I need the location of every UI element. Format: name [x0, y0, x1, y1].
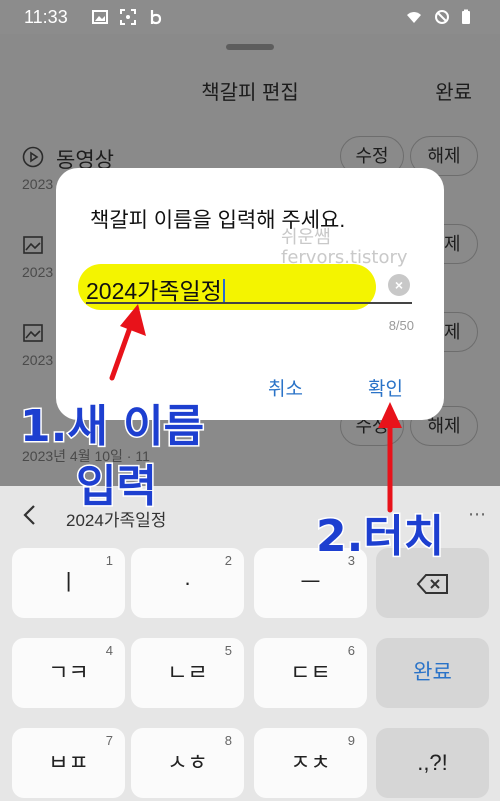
cancel-button[interactable]: 취소 [268, 374, 303, 401]
annotation-step2: 2.터치 [314, 510, 445, 564]
screenshot-icon [120, 9, 136, 25]
ok-button[interactable]: 확인 [368, 374, 403, 401]
key-1[interactable]: ㅣ1 [12, 548, 125, 618]
input-underline [86, 302, 412, 304]
rename-bookmark-dialog: 책갈피 이름을 입력해 주세요. 쉬운쌤 fervors.tistory 202… [56, 168, 444, 420]
status-time: 11:33 [24, 7, 68, 27]
status-bar: 11:33 [0, 0, 500, 34]
watermark: 쉬운쌤 fervors.tistory [281, 227, 408, 268]
backspace-icon [416, 570, 450, 595]
text-caret [222, 279, 225, 303]
bookmark-date: 2023 [22, 264, 54, 280]
chevron-left-icon[interactable] [22, 504, 36, 532]
sheet-done-button[interactable]: 완료 [435, 76, 472, 105]
annotation-step1: 1.새 이름 [18, 400, 205, 454]
b-icon [148, 9, 164, 25]
bookmark-name-input[interactable]: 2024가족일정 [86, 272, 225, 306]
image-icon [92, 9, 108, 25]
key-2[interactable]: · 2 [131, 548, 244, 618]
bookmark-date: 2023 [22, 352, 54, 368]
sheet-title: 책갈피 편집 [201, 82, 299, 104]
key-6[interactable]: ㄷㅌ 6 [254, 638, 367, 708]
key-9[interactable]: ㅈㅊ 9 [254, 728, 367, 798]
key-8[interactable]: ㅅㅎ 8 [131, 728, 244, 798]
nodisturb-icon [434, 9, 450, 25]
image-thumb-icon [22, 322, 44, 344]
more-icon[interactable]: ⋯ [468, 504, 486, 525]
key-done[interactable]: 완료 [376, 638, 489, 708]
sheet-drag-handle[interactable] [226, 44, 274, 50]
clear-input-icon[interactable]: × [388, 274, 410, 296]
play-icon [22, 146, 44, 168]
key-7[interactable]: ㅂㅍ 7 [12, 728, 125, 798]
char-counter: 8/50 [388, 318, 414, 333]
wifi-icon [406, 9, 422, 25]
key-5[interactable]: ㄴㄹ 5 [131, 638, 244, 708]
image-thumb-icon [22, 234, 44, 256]
bookmark-date: 2023 [22, 176, 54, 192]
battery-icon [458, 9, 474, 25]
annotation-step1-sub: 입력 [75, 460, 159, 514]
key-4[interactable]: ㄱㅋ 4 [12, 638, 125, 708]
key-punctuation[interactable]: .,?! [376, 728, 489, 798]
